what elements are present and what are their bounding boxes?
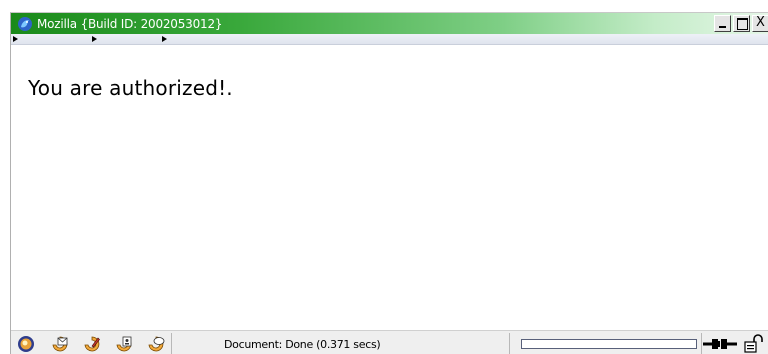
toolbar-grippy-icon[interactable] xyxy=(162,36,167,42)
mail-icon[interactable] xyxy=(51,335,69,353)
status-divider xyxy=(509,333,510,354)
toolbar-grippy-icon[interactable] xyxy=(13,36,18,42)
progress-bar xyxy=(521,339,697,349)
minimize-icon[interactable] xyxy=(714,15,731,32)
mozilla-lizard-icon xyxy=(18,16,32,31)
close-icon[interactable]: X xyxy=(752,15,768,32)
chat-icon[interactable] xyxy=(147,335,165,353)
browser-window: Mozilla {Build ID: 2002053012} X You are… xyxy=(10,12,768,354)
status-bar: Document: Done (0.371 secs) xyxy=(11,330,768,354)
status-text: Document: Done (0.371 secs) xyxy=(224,338,381,351)
window-title: Mozilla {Build ID: 2002053012} xyxy=(37,16,223,31)
online-plug-icon[interactable] xyxy=(703,337,737,351)
title-bar[interactable]: Mozilla {Build ID: 2002053012} X xyxy=(11,13,768,34)
window-controls: X xyxy=(712,15,768,32)
composer-icon[interactable] xyxy=(83,335,101,353)
addressbook-icon[interactable] xyxy=(115,335,133,353)
page-content: You are authorized!. xyxy=(11,46,768,330)
navigator-icon[interactable] xyxy=(17,335,35,353)
status-divider xyxy=(171,333,172,354)
maximize-icon[interactable] xyxy=(733,15,750,32)
collapsed-toolbars xyxy=(11,34,768,45)
status-divider xyxy=(701,333,702,354)
toolbar-grippy-icon[interactable] xyxy=(92,36,97,42)
page-message: You are authorized!. xyxy=(28,76,233,100)
unlocked-padlock-icon[interactable] xyxy=(744,334,766,353)
